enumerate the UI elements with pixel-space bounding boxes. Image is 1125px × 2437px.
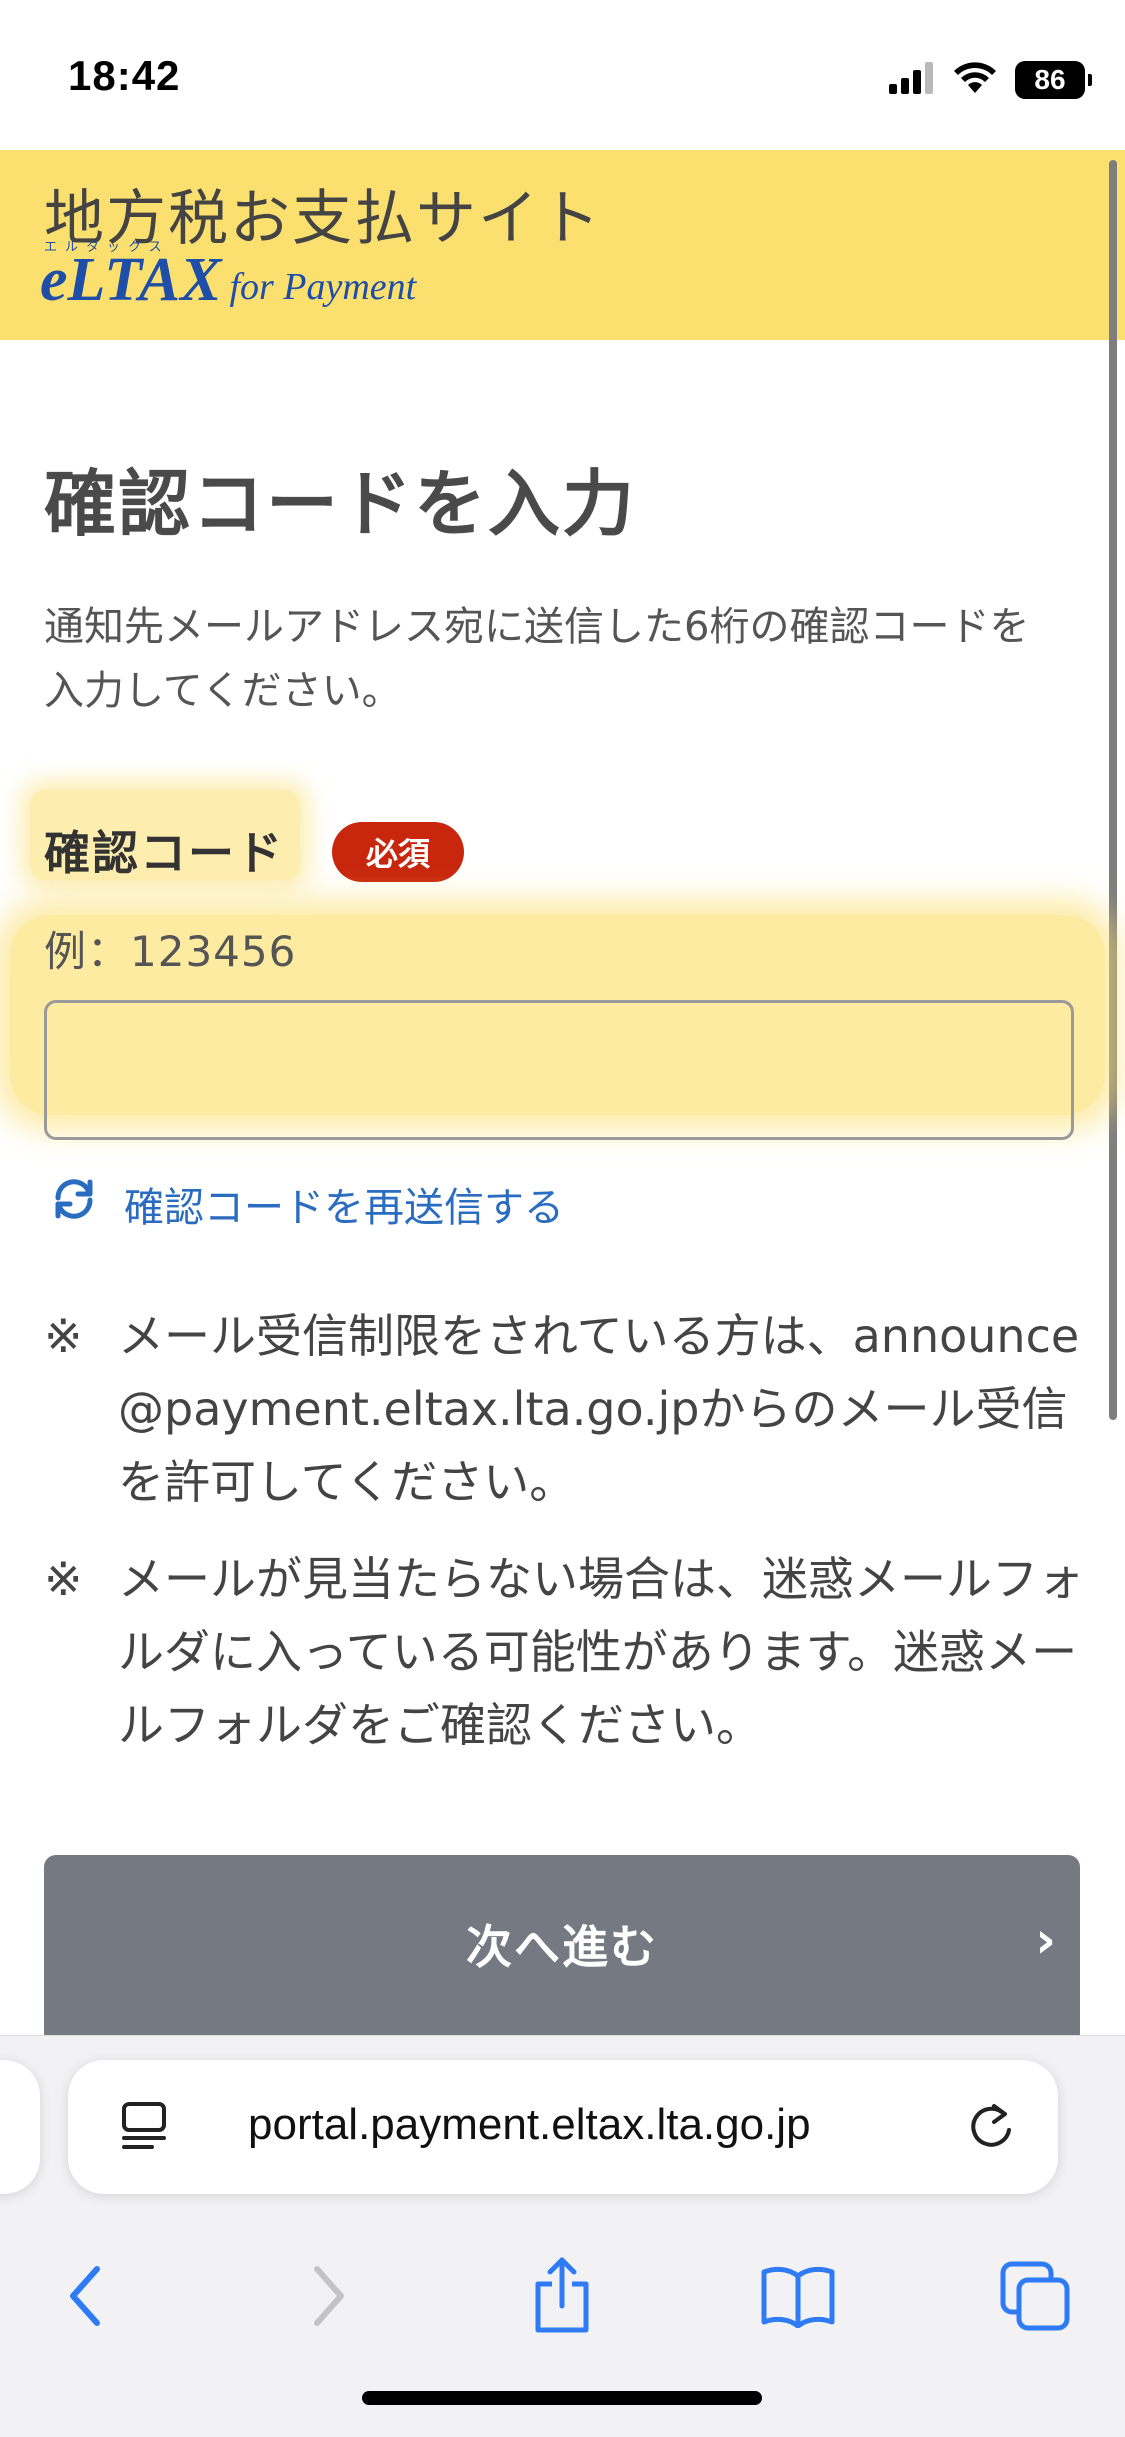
page-title: 確認コードを入力: [44, 462, 637, 546]
note-item: ※ メール受信制限をされている方は、announce@payment.eltax…: [44, 1300, 1084, 1519]
page-menu-icon[interactable]: [118, 2100, 172, 2156]
next-button-label: 次へ進む: [466, 1920, 658, 1974]
refresh-icon: [50, 1178, 98, 1230]
previous-tab-bar[interactable]: [0, 2060, 40, 2194]
note-item: ※ メールが見当たらない場合は、迷惑メールフォルダに入っている可能性があります。…: [44, 1543, 1084, 1762]
share-icon[interactable]: [512, 2246, 612, 2346]
note-text: メールが見当たらない場合は、迷惑メールフォルダに入っている可能性があります。迷惑…: [118, 1552, 1084, 1752]
reload-icon[interactable]: [964, 2100, 1018, 2158]
bookmarks-icon[interactable]: [748, 2246, 848, 2346]
tabs-icon[interactable]: [985, 2246, 1085, 2346]
battery-icon: 86: [1015, 61, 1092, 99]
notes-list: ※ メール受信制限をされている方は、announce@payment.eltax…: [44, 1300, 1084, 1786]
logo-kana: エルタックス: [44, 240, 170, 255]
note-mark: ※: [44, 1309, 83, 1363]
forward-icon[interactable]: [278, 2246, 378, 2346]
code-field-label: 確認コード: [44, 826, 284, 880]
logo-subtitle: for Payment: [229, 266, 417, 308]
resend-link-label: 確認コードを再送信する: [124, 1185, 564, 1231]
page-description: 通知先メールアドレス宛に送信した6桁の確認コードを入力してください。: [44, 604, 1030, 714]
note-text: メール受信制限をされている方は、announce@payment.eltax.l…: [118, 1309, 1080, 1509]
page-scrollbar[interactable]: [1109, 160, 1117, 1420]
browser-toolbar: [0, 2246, 1125, 2356]
logo-mark: eLTAX: [40, 246, 222, 314]
chevron-right-icon: ›: [1035, 1911, 1056, 1969]
url-text: portal.payment.eltax.lta.go.jp: [248, 2100, 811, 2149]
note-mark: ※: [44, 1552, 83, 1606]
browser-bottom-bar: portal.payment.eltax.lta.go.jp: [0, 2035, 1125, 2437]
address-bar[interactable]: portal.payment.eltax.lta.go.jp: [68, 2060, 1058, 2194]
input-hint: 例：123456: [44, 927, 297, 976]
status-time: 18:42: [68, 52, 181, 99]
next-button[interactable]: 次へ進む ›: [44, 1855, 1080, 2045]
home-indicator[interactable]: [362, 2391, 762, 2405]
verification-code-input[interactable]: [44, 1000, 1074, 1140]
wifi-icon: [953, 61, 997, 99]
site-header: 地方税お支払サイト エルタックス eLTAX for Payment: [0, 150, 1125, 340]
required-badge: 必須: [332, 822, 464, 882]
resend-code-link[interactable]: 確認コードを再送信する: [50, 1175, 564, 1233]
status-icons: 86: [889, 60, 1092, 100]
back-icon[interactable]: [36, 2246, 136, 2346]
cellular-signal-icon: [889, 62, 935, 98]
eltax-logo[interactable]: エルタックス eLTAX for Payment: [40, 240, 417, 314]
status-bar: 18:42 86: [0, 0, 1125, 150]
